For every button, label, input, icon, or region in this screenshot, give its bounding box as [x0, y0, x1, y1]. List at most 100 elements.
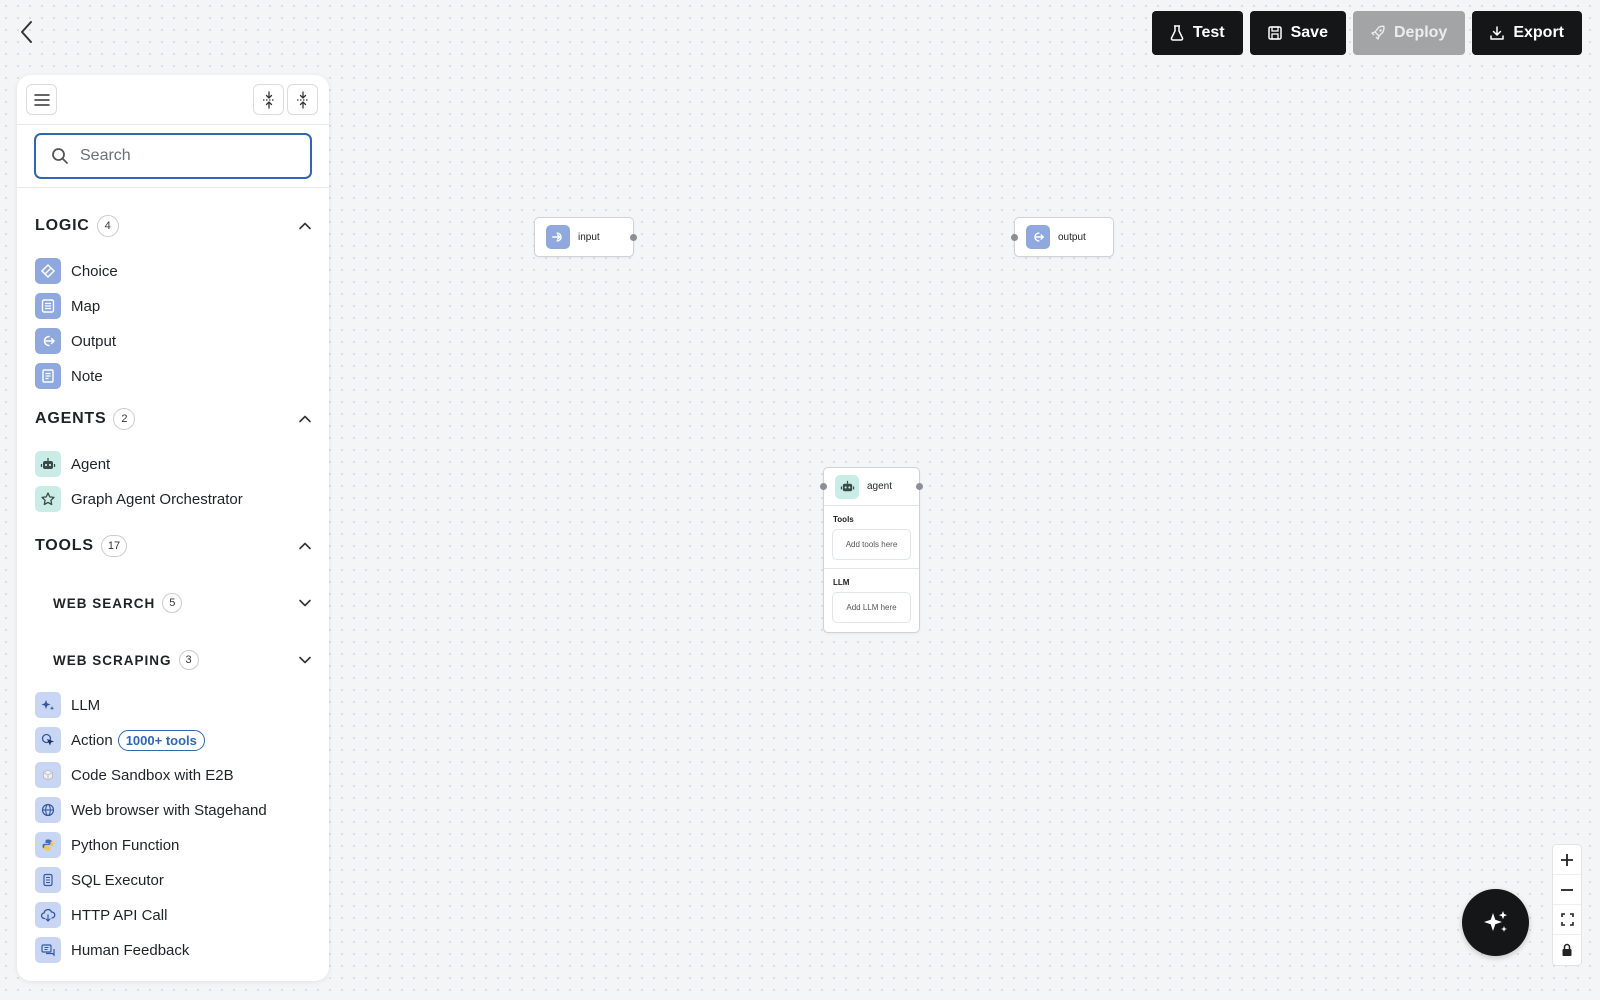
library-item-choice[interactable]: Choice: [35, 258, 118, 284]
item-label: Map: [71, 297, 101, 315]
minus-icon: [1561, 888, 1573, 891]
subsection-header-web-search[interactable]: WEB SEARCH 5: [53, 590, 313, 616]
input-handle[interactable]: [1011, 234, 1018, 241]
section-header-logic[interactable]: LOGIC 4: [35, 213, 313, 239]
section-header-tools[interactable]: TOOLS 17: [35, 533, 313, 559]
item-label: Graph Agent Orchestrator: [71, 490, 243, 508]
library-item-sql-executor[interactable]: SQL Executor: [35, 867, 164, 893]
library-item-python-function[interactable]: Python Function: [35, 832, 179, 858]
expand-all-button[interactable]: [253, 84, 284, 115]
tools-count-badge: 1000+ tools: [117, 729, 205, 751]
library-item-graph-agent-orchestrator[interactable]: Graph Agent Orchestrator: [35, 486, 243, 512]
item-label: SQL Executor: [71, 871, 164, 889]
chevron-down-icon: [299, 599, 311, 607]
section-header-agents[interactable]: AGENTS 2: [35, 406, 313, 432]
chevron-down-icon: [299, 656, 311, 664]
subsection-header-web-scraping[interactable]: WEB SCRAPING 3: [53, 647, 313, 673]
llm-label: LLM: [833, 578, 850, 587]
robot-icon: [835, 474, 859, 499]
input-handle[interactable]: [820, 483, 827, 490]
export-button[interactable]: Export: [1472, 11, 1582, 55]
library-item-note[interactable]: Note: [35, 363, 103, 389]
fullscreen-icon: [1560, 913, 1574, 926]
collapse-all-button[interactable]: [287, 84, 318, 115]
cloud-icon: [35, 902, 61, 928]
divider: [824, 568, 919, 569]
library-item-code-sandbox[interactable]: Code Sandbox with E2B: [35, 762, 234, 788]
sparkle-icon: [1483, 910, 1507, 932]
lock-icon: [1562, 943, 1572, 956]
item-label: Note: [71, 367, 103, 385]
map-icon: [35, 293, 61, 319]
library-item-map[interactable]: Map: [35, 293, 100, 319]
output-icon: [1026, 225, 1050, 249]
star-outline-icon: [35, 486, 61, 512]
llm-dropzone[interactable]: Add LLM here: [832, 592, 911, 623]
collapse-vertical-icon: [296, 90, 309, 109]
subsection-title: WEB SCRAPING: [53, 652, 172, 668]
output-icon: [35, 328, 61, 354]
library-item-output[interactable]: Output: [35, 328, 116, 354]
canvas-node-output[interactable]: output: [1011, 217, 1114, 257]
fit-view-button[interactable]: [1553, 905, 1581, 935]
library-item-web-browser[interactable]: Web browser with Stagehand: [35, 797, 267, 823]
zoom-out-button[interactable]: [1553, 875, 1581, 905]
section-count: 2: [113, 408, 136, 430]
chevron-left-icon: [21, 21, 32, 43]
node-label: output: [1058, 231, 1086, 243]
canvas-node-agent[interactable]: agent Tools Add tools here LLM Add LLM h…: [820, 467, 923, 633]
test-button[interactable]: Test: [1151, 11, 1243, 55]
output-handle[interactable]: [916, 483, 923, 490]
lock-view-button[interactable]: [1553, 935, 1581, 965]
item-label: LLM: [71, 696, 101, 714]
output-handle[interactable]: [630, 234, 637, 241]
subsection-count: 3: [178, 650, 199, 670]
section-title: AGENTS: [35, 410, 107, 427]
node-label: agent: [867, 481, 893, 492]
chat-icon: [35, 937, 61, 963]
hamburger-icon: [33, 93, 50, 106]
ai-assistant-button[interactable]: [1462, 889, 1529, 956]
item-label: Output: [71, 332, 117, 350]
floppy-disk-icon: [1267, 26, 1282, 40]
search-box[interactable]: [34, 133, 312, 179]
node-label: input: [578, 231, 600, 243]
expand-vertical-icon: [262, 90, 275, 109]
library-item-action[interactable]: Action 1000+ tools: [35, 727, 205, 753]
note-icon: [35, 363, 61, 389]
export-label: Export: [1513, 24, 1564, 41]
flask-icon: [1170, 25, 1184, 41]
library-item-http-api-call[interactable]: HTTP API Call: [35, 902, 167, 928]
zoom-controls: [1552, 844, 1582, 966]
section-title: LOGIC: [35, 217, 90, 234]
zoom-in-button[interactable]: [1553, 845, 1581, 875]
deploy-button[interactable]: Deploy: [1352, 11, 1466, 55]
subsection-count: 5: [162, 593, 183, 613]
plus-icon: [1561, 853, 1573, 866]
node-library-sidebar: LOGIC 4 Choice Map Output Note AGENTS 2 …: [17, 75, 329, 981]
library-item-agent[interactable]: Agent: [35, 451, 110, 477]
save-button[interactable]: Save: [1249, 11, 1346, 55]
action-cursor-icon: [35, 727, 61, 753]
canvas-node-input[interactable]: input: [534, 217, 637, 257]
item-label: Choice: [71, 262, 118, 280]
menu-button[interactable]: [26, 84, 57, 115]
search-input[interactable]: [80, 147, 290, 165]
search-icon: [52, 148, 68, 164]
download-icon: [1490, 26, 1505, 40]
robot-icon: [35, 451, 61, 477]
library-item-llm[interactable]: LLM: [35, 692, 100, 718]
chevron-up-icon: [299, 542, 311, 550]
sparkle-icon: [35, 692, 61, 718]
chevron-up-icon: [299, 415, 311, 423]
section-count: 4: [96, 215, 119, 237]
section-title: TOOLS: [35, 537, 94, 554]
item-label: Web browser with Stagehand: [71, 801, 267, 819]
python-icon: [35, 832, 61, 858]
back-button[interactable]: [14, 18, 38, 46]
save-label: Save: [1290, 24, 1328, 41]
chevron-up-icon: [299, 222, 311, 230]
library-item-human-feedback[interactable]: Human Feedback: [35, 937, 189, 963]
sidebar-header: [17, 75, 329, 125]
tools-dropzone[interactable]: Add tools here: [832, 529, 911, 560]
